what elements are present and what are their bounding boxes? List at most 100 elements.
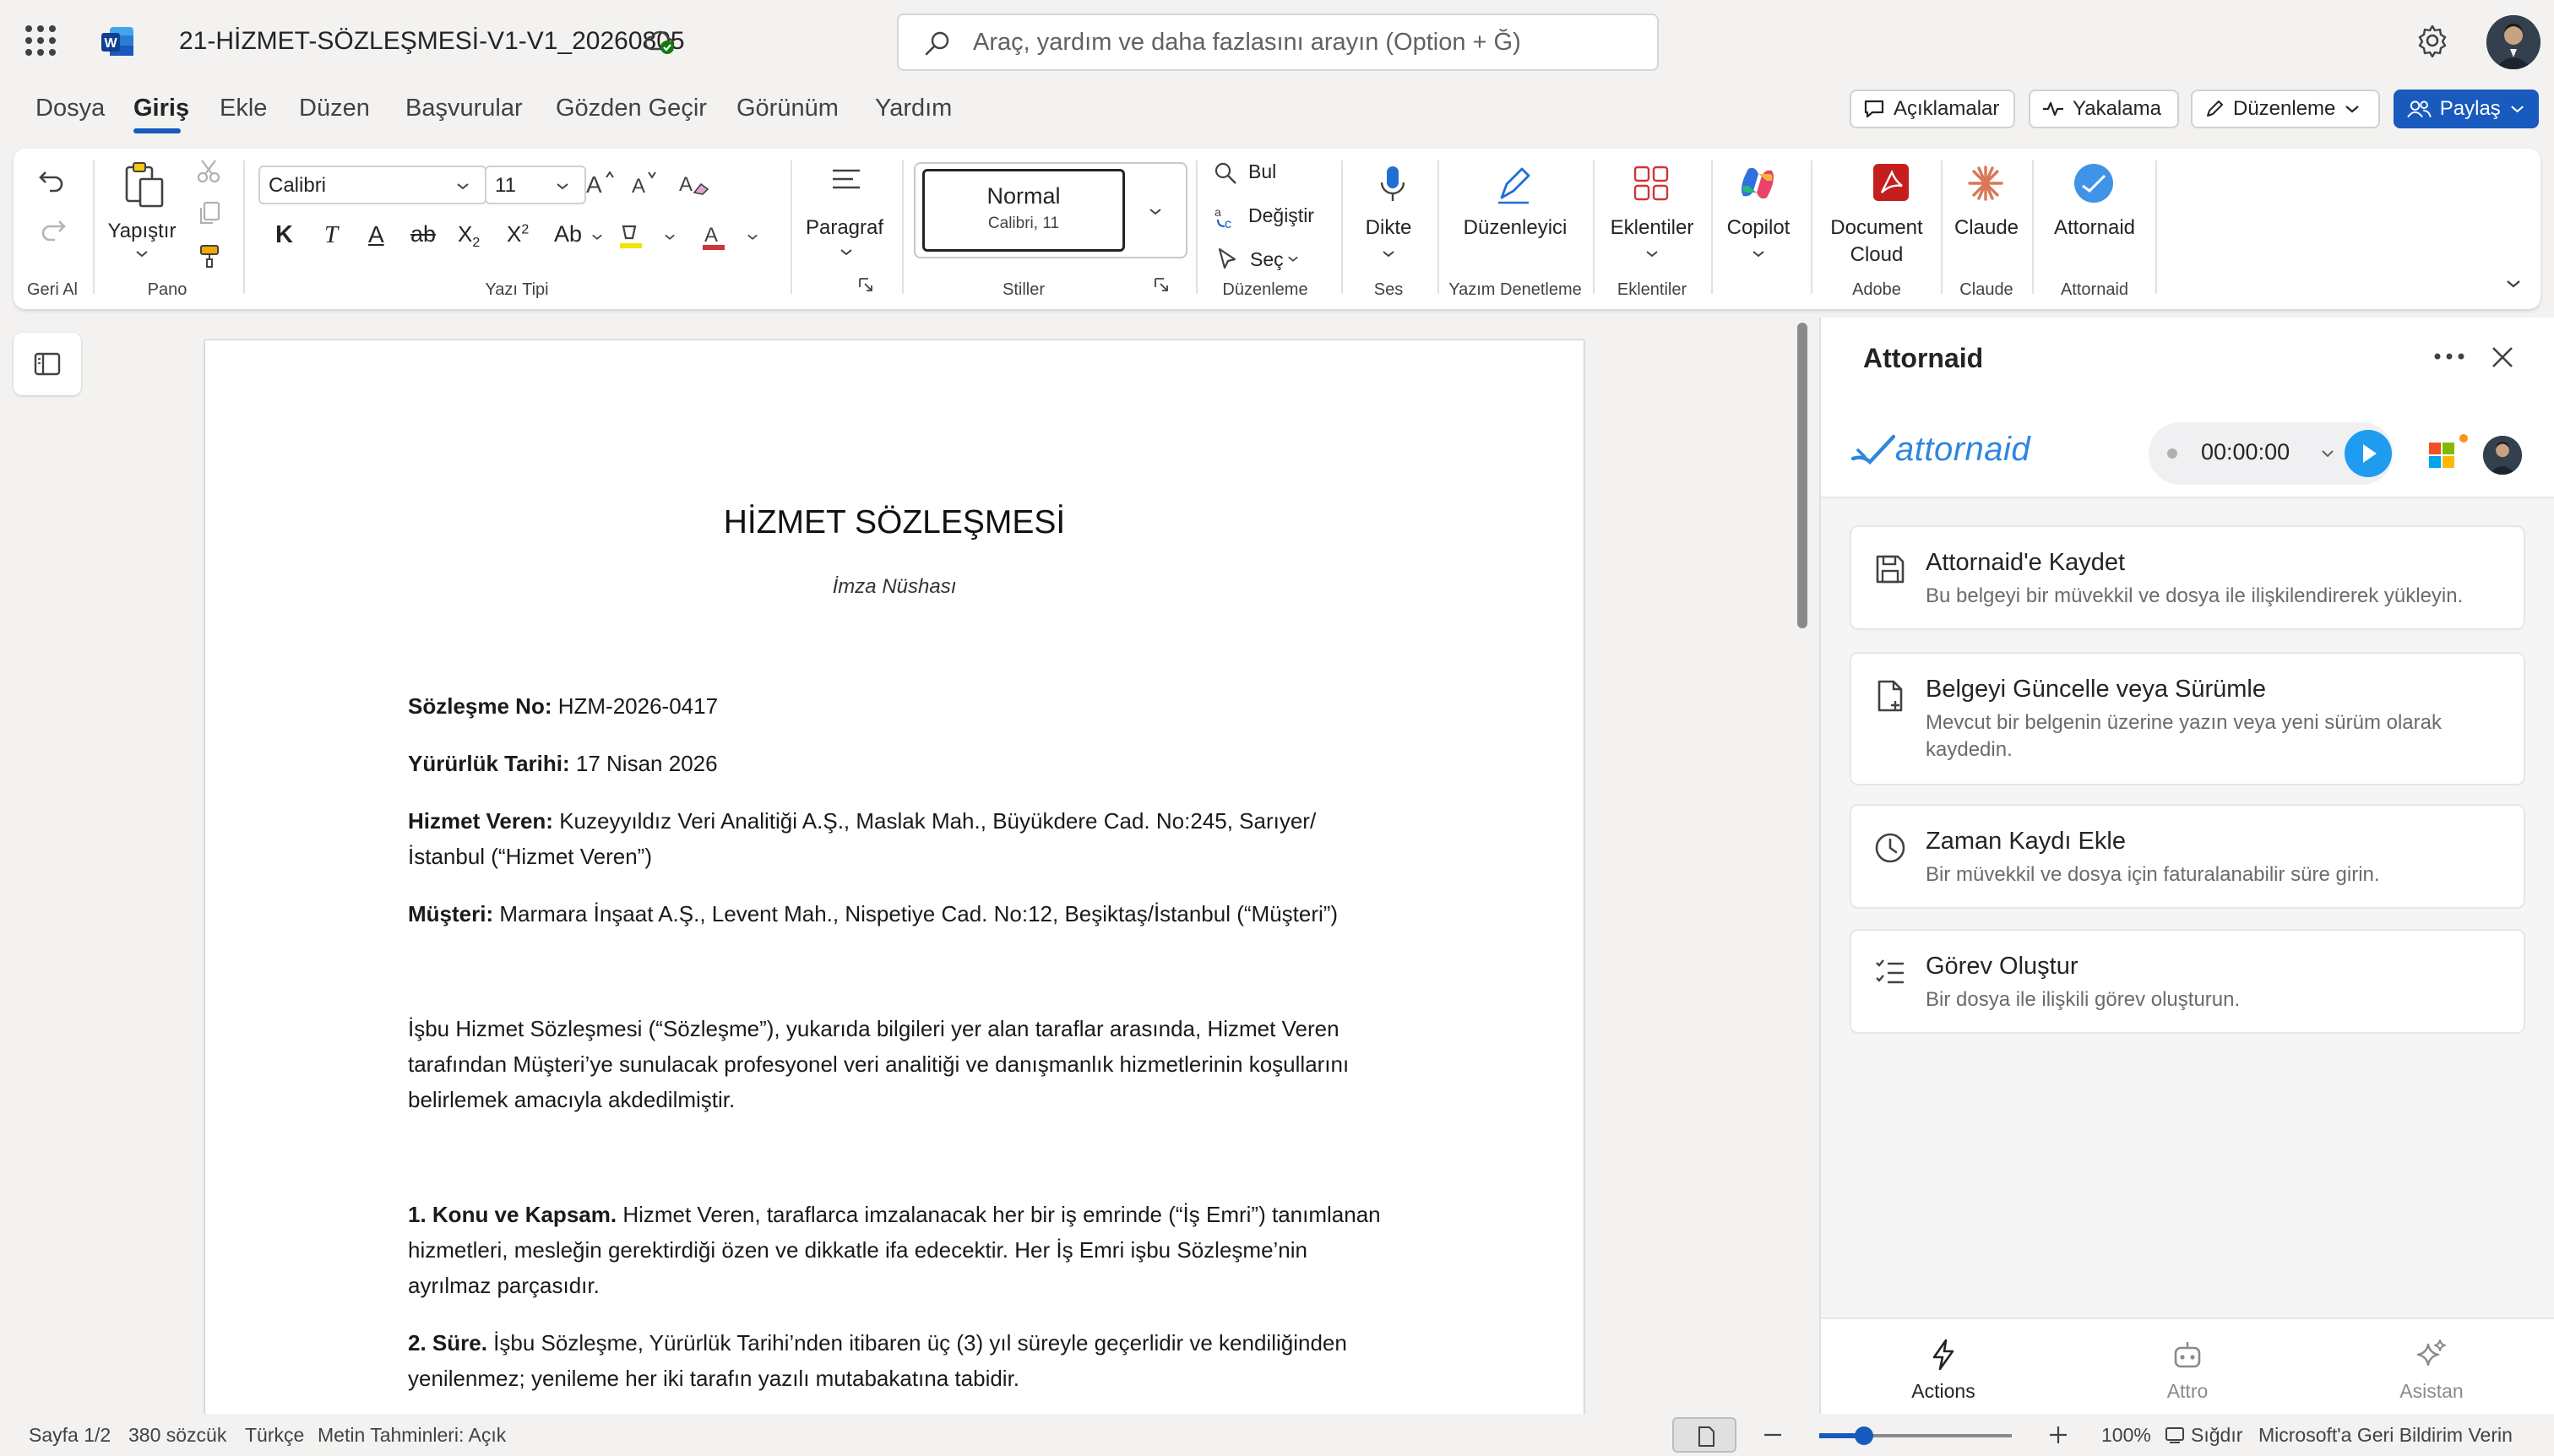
navigation-pane-button[interactable] xyxy=(14,333,81,395)
language-indicator[interactable]: Türkçe xyxy=(245,1424,304,1447)
share-button[interactable]: Paylaş xyxy=(2394,90,2539,128)
document-scrollbar[interactable] xyxy=(1797,323,1807,628)
text-predictions-status[interactable]: Metin Tahminleri: Açık xyxy=(318,1424,506,1447)
editing-mode-button[interactable]: Düzenleme xyxy=(2191,90,2380,128)
format-painter-icon[interactable] xyxy=(198,243,221,269)
claude-icon[interactable] xyxy=(1966,164,2005,203)
print-layout-view-button[interactable] xyxy=(1672,1417,1736,1453)
zoom-level[interactable]: 100% xyxy=(2101,1424,2151,1447)
tab-view[interactable]: Görünüm xyxy=(736,95,839,122)
document-title[interactable]: 21-HİZMET-SÖZLEŞMESİ-V1-V1_20260805 xyxy=(179,27,685,56)
tab-assistant[interactable]: Asistan xyxy=(2309,1319,2554,1415)
paste-label[interactable]: Yapıştır xyxy=(108,218,177,245)
ribbon-expand-chevron-icon[interactable] xyxy=(2505,279,2522,289)
action-update-or-version[interactable]: Belgeyi Güncelle veya Sürümle Mevcut bir… xyxy=(1850,652,2525,785)
chevron-down-icon[interactable] xyxy=(1645,250,1659,258)
app-launcher-icon[interactable] xyxy=(25,25,56,56)
fit-button[interactable]: Sığdır xyxy=(2191,1424,2242,1447)
time-tracker[interactable]: 00:00:00 xyxy=(2149,422,2394,485)
undo-icon[interactable] xyxy=(37,167,68,196)
feedback-link[interactable]: Microsoft'a Geri Bildirim Verin xyxy=(2258,1424,2513,1447)
claude-label[interactable]: Claude xyxy=(1954,215,2019,242)
chevron-down-icon[interactable] xyxy=(1382,250,1395,258)
comments-button[interactable]: Açıklamalar xyxy=(1850,90,2015,128)
strikethrough-button[interactable]: ab xyxy=(410,221,436,247)
editor-label[interactable]: Düzenleyici xyxy=(1464,215,1568,242)
addins-label[interactable]: Eklentiler xyxy=(1611,215,1694,242)
paragraph-icon[interactable] xyxy=(829,167,863,196)
zoom-slider-thumb[interactable] xyxy=(1855,1426,1873,1445)
attornaid-app-icon[interactable] xyxy=(2073,162,2115,204)
microsoft-logo-icon[interactable] xyxy=(2429,443,2454,468)
chevron-down-icon[interactable] xyxy=(135,250,149,258)
subscript-button[interactable]: X2 xyxy=(458,221,480,251)
change-case-button[interactable]: Ab xyxy=(554,221,582,247)
action-save-to-attornaid[interactable]: Attornaid'e Kaydet Bu belgeyi bir müvekk… xyxy=(1850,525,2525,630)
addins-grid-icon[interactable] xyxy=(1632,164,1671,203)
bold-button[interactable]: K xyxy=(275,221,293,249)
word-count[interactable]: 380 sözcük xyxy=(128,1424,226,1447)
panel-user-avatar[interactable] xyxy=(2483,436,2522,475)
font-name-select[interactable]: Calibri xyxy=(258,166,486,204)
tab-help[interactable]: Yardım xyxy=(875,95,952,122)
zoom-in-icon[interactable] xyxy=(2047,1424,2069,1446)
style-normal-button[interactable]: Normal Calibri, 11 xyxy=(922,169,1125,252)
attornaid-label[interactable]: Attornaid xyxy=(2054,215,2135,242)
user-avatar[interactable] xyxy=(2486,15,2540,69)
search-box[interactable] xyxy=(897,14,1659,71)
zoom-out-icon[interactable] xyxy=(1762,1426,1784,1444)
replace-icon[interactable]: ac xyxy=(1213,204,1240,230)
chevron-down-icon[interactable] xyxy=(664,233,676,242)
catchup-button[interactable]: Yakalama xyxy=(2029,90,2179,128)
more-options-icon[interactable] xyxy=(2432,351,2466,361)
gear-icon[interactable] xyxy=(2415,24,2449,57)
tab-references[interactable]: Başvurular xyxy=(405,95,523,122)
chevron-down-icon[interactable] xyxy=(456,182,470,191)
tab-actions[interactable]: Actions xyxy=(1821,1319,2066,1415)
tab-layout[interactable]: Düzen xyxy=(299,95,370,122)
action-add-time-entry[interactable]: Zaman Kaydı Ekle Bir müvekkil ve dosya i… xyxy=(1850,804,2525,909)
copy-icon[interactable] xyxy=(198,201,221,226)
page-count[interactable]: Sayfa 1/2 xyxy=(29,1424,111,1447)
editor-pen-icon[interactable] xyxy=(1493,164,1535,206)
font-size-select[interactable]: 11 xyxy=(485,166,586,204)
select-button[interactable]: Seç xyxy=(1250,248,1284,271)
doc-cloud-label-line2[interactable]: Cloud xyxy=(1850,242,1904,269)
superscript-button[interactable]: X2 xyxy=(507,221,529,247)
shrink-font-icon[interactable]: A xyxy=(630,167,664,198)
chevron-down-icon[interactable] xyxy=(1752,250,1765,258)
action-create-task[interactable]: Görev Oluştur Bir dosya ile ilişkili gör… xyxy=(1850,929,2525,1034)
chevron-down-icon[interactable] xyxy=(2321,448,2334,459)
replace-button[interactable]: Değiştir xyxy=(1248,204,1314,227)
microphone-icon[interactable] xyxy=(1378,164,1407,206)
chevron-down-icon[interactable] xyxy=(840,248,853,257)
chevron-down-icon[interactable] xyxy=(591,233,603,242)
copilot-icon[interactable] xyxy=(1736,162,1779,204)
redo-icon[interactable] xyxy=(37,216,68,245)
underline-button[interactable]: A xyxy=(368,221,384,248)
cloud-saved-icon[interactable] xyxy=(644,27,676,56)
close-icon[interactable] xyxy=(2490,345,2515,370)
chevron-down-icon[interactable] xyxy=(1149,208,1162,216)
dialog-launcher-icon[interactable] xyxy=(858,277,873,292)
cut-icon[interactable] xyxy=(196,159,221,184)
tab-file[interactable]: Dosya xyxy=(35,95,105,122)
grow-font-icon[interactable]: A xyxy=(584,167,618,198)
doc-cloud-label-line1[interactable]: Document xyxy=(1830,215,1922,242)
chevron-down-icon[interactable] xyxy=(747,233,758,242)
tab-home[interactable]: Giriş xyxy=(133,95,189,122)
clear-formatting-icon[interactable]: A xyxy=(677,167,711,198)
tab-attro[interactable]: Attro xyxy=(2065,1319,2310,1415)
highlighter-icon[interactable] xyxy=(617,223,645,252)
adobe-acrobat-icon[interactable] xyxy=(1872,162,1910,203)
paste-icon[interactable] xyxy=(122,160,167,209)
chevron-down-icon[interactable] xyxy=(1287,255,1299,263)
document-page[interactable]: HİZMET SÖZLEŞMESİ İmza Nüshası Sözleşme … xyxy=(204,340,1584,1429)
chevron-down-icon[interactable] xyxy=(556,182,569,191)
find-button[interactable]: Bul xyxy=(1248,160,1276,183)
paragraph-label[interactable]: Paragraf xyxy=(806,215,883,242)
italic-button[interactable]: T xyxy=(324,221,338,249)
tab-insert[interactable]: Ekle xyxy=(220,95,267,122)
tab-review[interactable]: Gözden Geçir xyxy=(556,95,707,122)
timer-play-button[interactable] xyxy=(2345,430,2392,477)
